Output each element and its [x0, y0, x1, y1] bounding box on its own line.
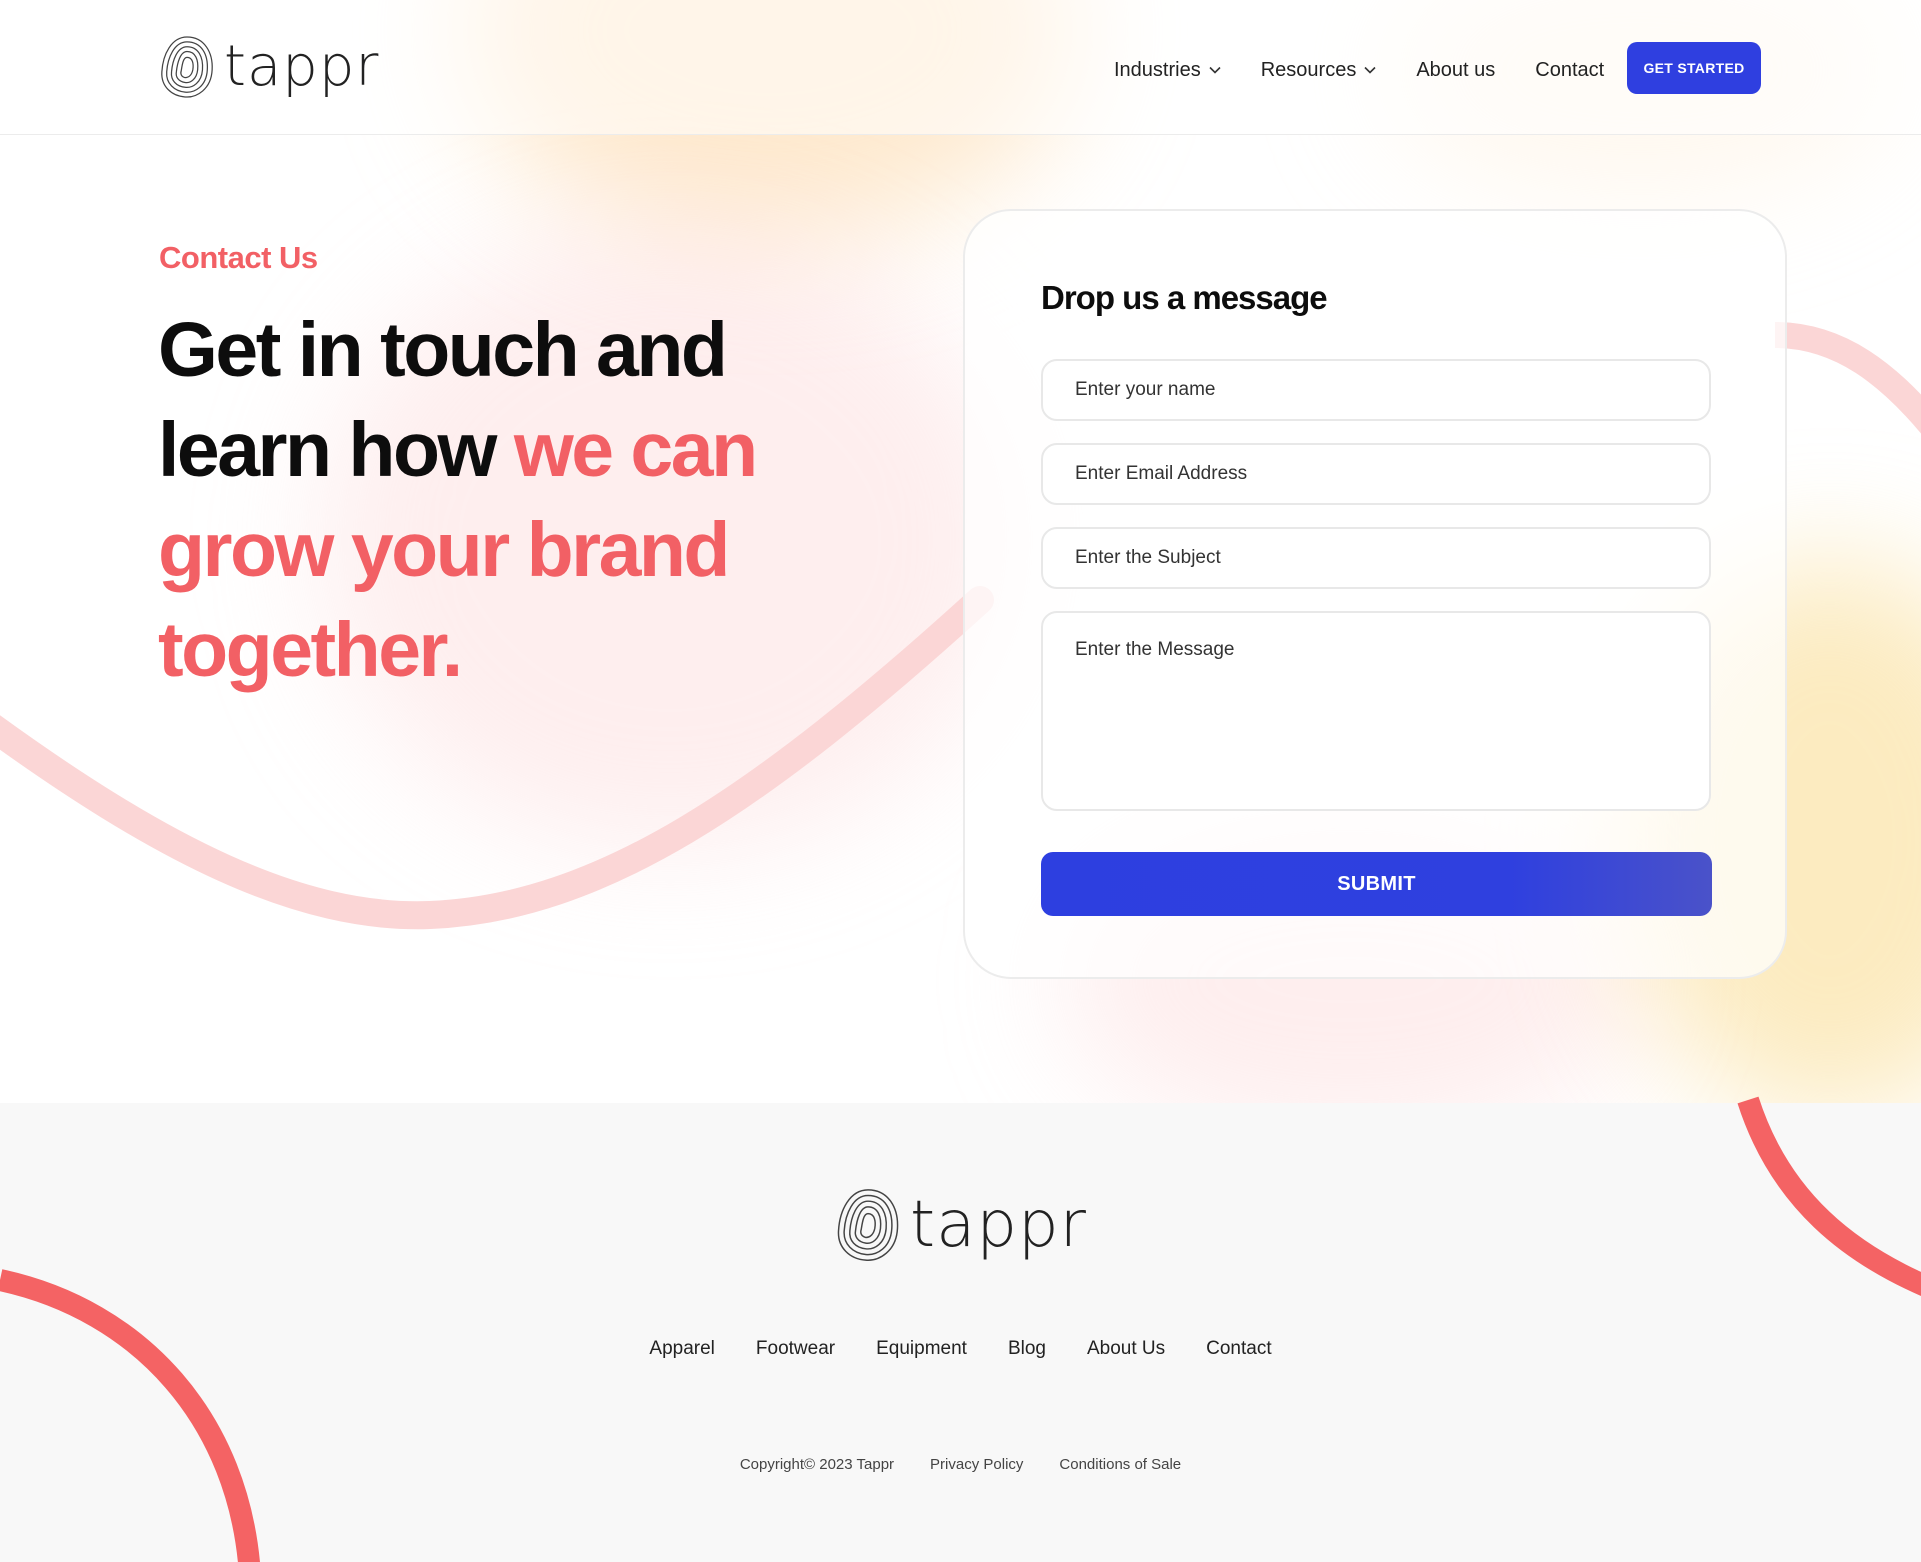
submit-button[interactable]: SUBMIT: [1041, 852, 1712, 916]
name-input[interactable]: Enter your name: [1041, 359, 1711, 421]
footer-link-contact[interactable]: Contact: [1206, 1338, 1271, 1360]
form-title: Drop us a message: [1041, 279, 1328, 316]
nav-label: Resources: [1260, 58, 1357, 81]
nav-label: Industries: [1114, 58, 1201, 81]
main-nav: Industries Resources About us Contact: [1114, 48, 1644, 92]
nav-label: Contact: [1535, 58, 1605, 81]
copyright-text: Copyright© 2023 Tappr: [739, 1456, 895, 1473]
footer-logo[interactable]: tappr: [834, 1185, 1087, 1265]
nav-item-resources[interactable]: Resources: [1261, 59, 1377, 82]
nav-label: About us: [1416, 58, 1496, 81]
brand-wordmark: tappr: [910, 1188, 1087, 1262]
footer-link-blog[interactable]: Blog: [1008, 1338, 1046, 1360]
tappr-logo-icon: [161, 36, 213, 98]
page-headline: Get in touch and learn how we can grow y…: [158, 300, 878, 700]
subject-input[interactable]: Enter the Subject: [1041, 527, 1711, 589]
get-started-button[interactable]: GET STARTED: [1627, 42, 1761, 94]
footer-link-footwear[interactable]: Footwear: [756, 1338, 835, 1360]
footer-link-about[interactable]: About Us: [1087, 1338, 1165, 1360]
message-textarea[interactable]: Enter the Message: [1041, 611, 1711, 811]
header-logo[interactable]: tappr: [158, 33, 379, 101]
email-input[interactable]: Enter Email Address: [1041, 443, 1711, 505]
nav-item-contact[interactable]: Contact: [1535, 59, 1604, 82]
chevron-down-icon: [1364, 66, 1376, 74]
conditions-of-sale-link[interactable]: Conditions of Sale: [1059, 1456, 1181, 1473]
footer-legal: Copyright© 2023 Tappr Privacy Policy Con…: [0, 1456, 1921, 1473]
nav-item-about[interactable]: About us: [1416, 59, 1495, 82]
footer-nav: Apparel Footwear Equipment Blog About Us…: [0, 1338, 1921, 1360]
privacy-policy-link[interactable]: Privacy Policy: [930, 1456, 1023, 1473]
contact-page: tappr Industries Resources About us Cont…: [0, 0, 1921, 1562]
brand-wordmark: tappr: [224, 34, 380, 99]
nav-item-industries[interactable]: Industries: [1114, 59, 1221, 82]
footer-link-equipment[interactable]: Equipment: [876, 1338, 967, 1360]
contact-form-card: Drop us a message Enter your name Enter …: [963, 209, 1787, 979]
section-eyebrow: Contact Us: [159, 240, 318, 275]
footer-link-apparel[interactable]: Apparel: [649, 1338, 715, 1360]
chevron-down-icon: [1209, 66, 1221, 74]
site-footer: [0, 1103, 1921, 1562]
tappr-logo-icon: [837, 1189, 899, 1261]
